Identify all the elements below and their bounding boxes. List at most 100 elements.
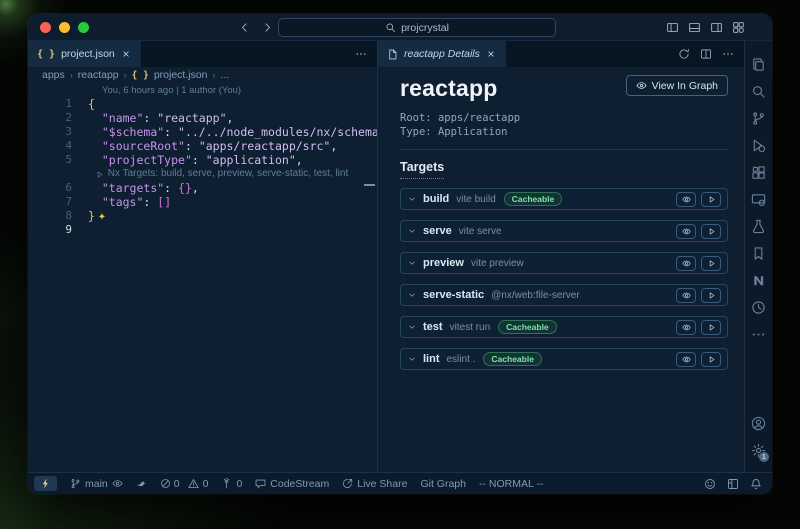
chevron-down-icon[interactable] [407,290,417,300]
close-tab-icon[interactable] [486,49,496,59]
activity-nx-icon[interactable] [745,267,772,294]
statusbar-layout-tool-icon[interactable] [727,478,739,490]
view-target-button[interactable] [676,288,696,303]
code-line[interactable]: 8} ✦ [28,209,377,223]
scrollbar-thumb[interactable] [364,184,375,186]
view-target-button[interactable] [676,192,696,207]
statusbar-branch-main[interactable]: main [70,478,123,490]
breadcrumb-apps[interactable]: apps [42,69,65,81]
activity-ellipsis-icon[interactable] [745,321,772,348]
maximize-window-button[interactable] [78,22,89,33]
run-target-button[interactable] [701,288,721,303]
code-line[interactable]: 3 "$schema": "../../node_modules/nx/sche… [28,125,377,139]
statusbar-errors-count[interactable]: 0 [160,478,180,490]
activity-search-icon[interactable] [745,78,772,105]
chevron-down-icon[interactable] [407,354,417,364]
more-actions-icon[interactable] [722,48,734,60]
toggle-sidebar-icon[interactable] [666,21,679,34]
activity-account-icon[interactable] [745,410,772,437]
activity-files-icon[interactable] [745,51,772,78]
activity-debug-icon[interactable] [745,132,772,159]
command-center-search[interactable]: projcrystal [278,18,556,37]
minimize-window-button[interactable] [59,22,70,33]
left-tabstrip: { } project.json [28,41,377,67]
view-target-button[interactable] [676,256,696,271]
code-line[interactable]: 9 [28,223,377,237]
statusbar-dove-extension[interactable] [136,478,147,489]
target-row-preview[interactable]: previewvite preview [400,252,728,274]
code-line[interactable]: 7 "tags": [] [28,195,377,209]
activity-beaker-icon[interactable] [745,213,772,240]
code-token: } [88,209,95,223]
tab-reactapp-details[interactable]: reactapp Details [378,41,506,67]
target-row-test[interactable]: testvitest runCacheable [400,316,728,338]
target-row-lint[interactable]: linteslint .Cacheable [400,348,728,370]
code-token [88,181,102,195]
line-number: 5 [28,153,88,167]
more-actions-icon[interactable] [355,48,367,60]
statusbar-notifications-icon[interactable] [750,478,762,490]
run-target-button[interactable] [701,224,721,239]
activity-remote-explorer-icon[interactable] [745,186,772,213]
search-icon [385,22,396,33]
statusbar-warnings-count[interactable]: 0 [188,478,209,490]
statusbar-label: 0 [174,478,180,490]
breadcrumb-more[interactable]: ... [221,69,230,81]
split-editor-icon[interactable] [700,48,712,60]
toggle-panel-icon[interactable] [688,21,701,34]
breadcrumb-project-json[interactable]: project.json [154,69,208,81]
activity-clock-icon[interactable] [745,294,772,321]
code-token: "apps/reactapp/src" [199,139,331,153]
close-window-button[interactable] [40,22,51,33]
view-target-button[interactable] [676,224,696,239]
code-token: { [88,97,95,111]
target-row-serve-static[interactable]: serve-static@nx/web:file-server [400,284,728,306]
right-tab-actions [668,41,744,67]
breadcrumb-reactapp[interactable]: reactapp [78,69,119,81]
code-editor[interactable]: You, 6 hours ago | 1 author (You) 1{2 "n… [28,83,377,472]
statusbar-vim-mode[interactable]: -- NORMAL -- [479,478,543,490]
activity-bookmark-icon[interactable] [745,240,772,267]
code-line[interactable]: Nx Targets: build, serve, preview, serve… [28,167,377,181]
statusbar-git-graph[interactable]: Git Graph [420,478,466,490]
chevron-down-icon[interactable] [407,322,417,332]
toggle-secondary-sidebar-icon[interactable] [710,21,723,34]
view-target-button[interactable] [676,352,696,367]
tab-project-json[interactable]: { } project.json [28,41,141,67]
run-target-button[interactable] [701,256,721,271]
activity-gear-icon[interactable]: 1 [745,437,772,464]
statusbar-remote-indicator[interactable] [34,476,57,491]
view-in-graph-button[interactable]: View In Graph [626,75,728,96]
codelens-authors[interactable]: You, 6 hours ago | 1 author (You) [28,84,377,97]
code-token: : [164,125,178,139]
close-tab-icon[interactable] [121,49,131,59]
customize-layout-icon[interactable] [732,21,745,34]
refresh-icon[interactable] [678,48,690,60]
statusbar-label: main [85,478,108,490]
target-command: vite preview [471,258,524,269]
statusbar-ports-count[interactable]: 0 [221,478,242,490]
chevron-down-icon[interactable] [407,258,417,268]
code-line[interactable]: 2 "name": "reactapp", [28,111,377,125]
activity-extensions-icon[interactable] [745,159,772,186]
target-row-serve[interactable]: servevite serve [400,220,728,242]
code-line[interactable]: 5 "projectType": "application", [28,153,377,167]
nx-run-hint-icon[interactable] [95,170,104,179]
activity-source-control-icon[interactable] [745,105,772,132]
run-target-button[interactable] [701,192,721,207]
chevron-down-icon[interactable] [407,194,417,204]
forward-arrow-icon[interactable] [261,21,274,34]
statusbar-live-share[interactable]: Live Share [342,478,407,490]
file-icon [387,49,398,60]
code-line[interactable]: 6 "targets": {}, [28,181,377,195]
code-line[interactable]: 4 "sourceRoot": "apps/reactapp/src", [28,139,377,153]
view-target-button[interactable] [676,320,696,335]
run-target-button[interactable] [701,352,721,367]
target-row-build[interactable]: buildvite buildCacheable [400,188,728,210]
statusbar-codestream[interactable]: CodeStream [255,478,329,490]
chevron-down-icon[interactable] [407,226,417,236]
back-arrow-icon[interactable] [238,21,251,34]
code-line[interactable]: 1{ [28,97,377,111]
statusbar-feedback-icon[interactable] [704,478,716,490]
run-target-button[interactable] [701,320,721,335]
